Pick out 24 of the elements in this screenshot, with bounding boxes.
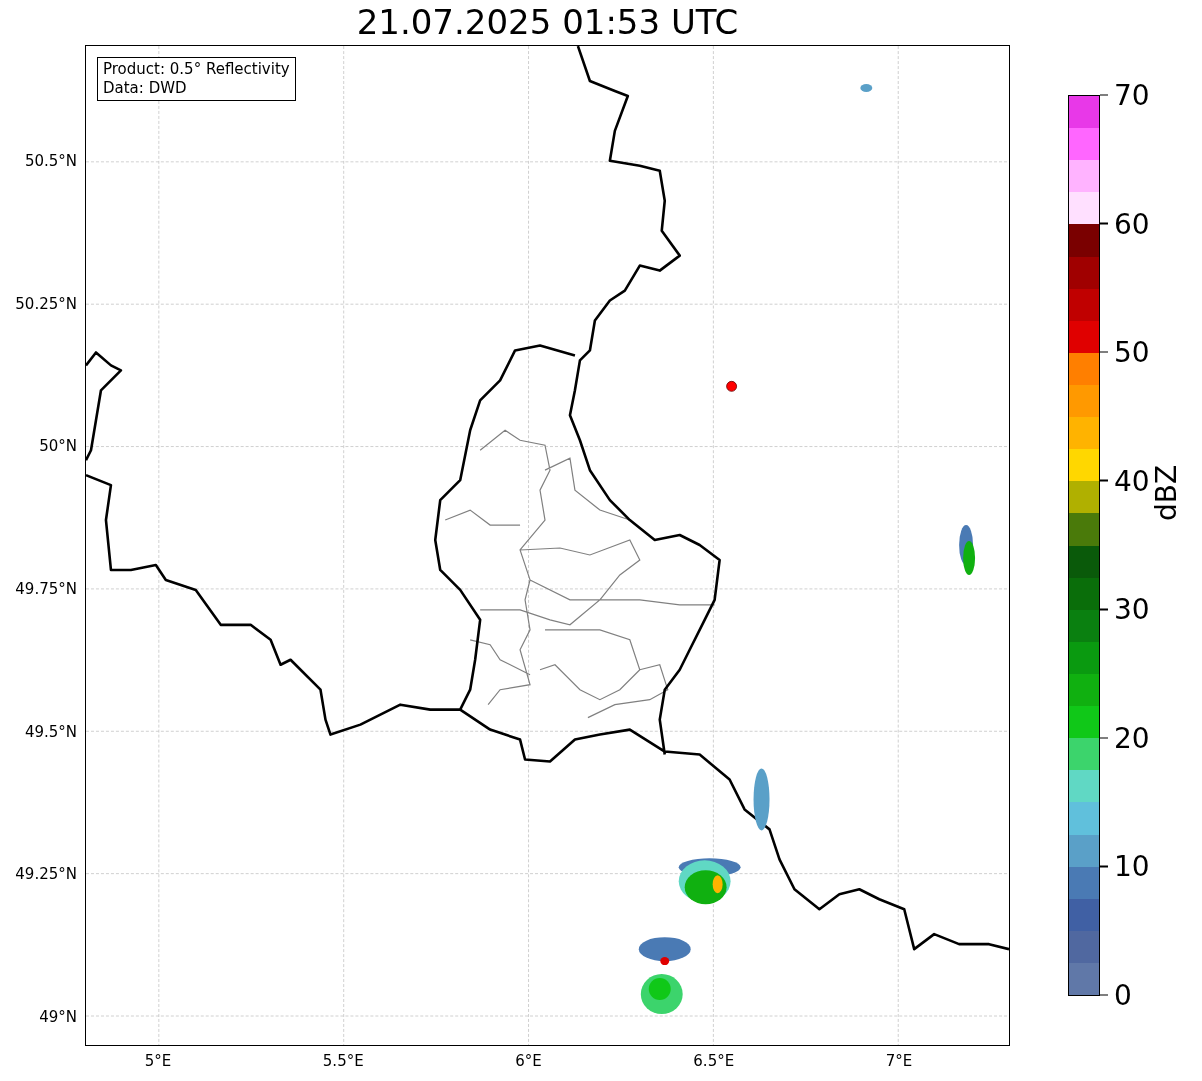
- axis-tick-label: 0: [1114, 978, 1132, 1012]
- axis-tick-label: 50.25°N: [15, 294, 77, 313]
- axis-tick-label: 10: [1114, 849, 1150, 883]
- axis-tick-label: 49°N: [39, 1008, 77, 1026]
- axis-tick-label: 49.75°N: [15, 580, 77, 598]
- axis-tick-label: 49.5°N: [24, 722, 77, 741]
- legend-text: Product: 0.5° Reflectivity: [103, 60, 290, 79]
- axis-tick-label: 30: [1114, 592, 1150, 626]
- axis-tick-label: 6.5°E: [693, 1052, 735, 1070]
- axis-tick-label: 5°E: [144, 1052, 172, 1070]
- axis-tick-label: 5.5°E: [322, 1052, 364, 1070]
- axis-tick-label: 6°E: [515, 1052, 542, 1070]
- axis-tick-label: 50: [1114, 335, 1150, 369]
- legend-text: Data: DWD: [103, 79, 188, 98]
- chart-title: 21.07.2025 01:53 UTC: [355, 1, 740, 44]
- axis-tick-label: 49.25°N: [15, 865, 77, 884]
- axis-tick-label: 20: [1114, 721, 1150, 755]
- axis-tick-label: 40: [1114, 464, 1150, 498]
- axis-tick-label: 70: [1114, 78, 1150, 112]
- axis-tick-label: 7°E: [885, 1052, 913, 1070]
- axis-tick-label: 50°N: [39, 437, 77, 456]
- axis-title: dBZ: [1149, 464, 1183, 522]
- axis-tick-label: 60: [1114, 207, 1150, 241]
- axis-tick-label: 50.5°N: [24, 152, 77, 170]
